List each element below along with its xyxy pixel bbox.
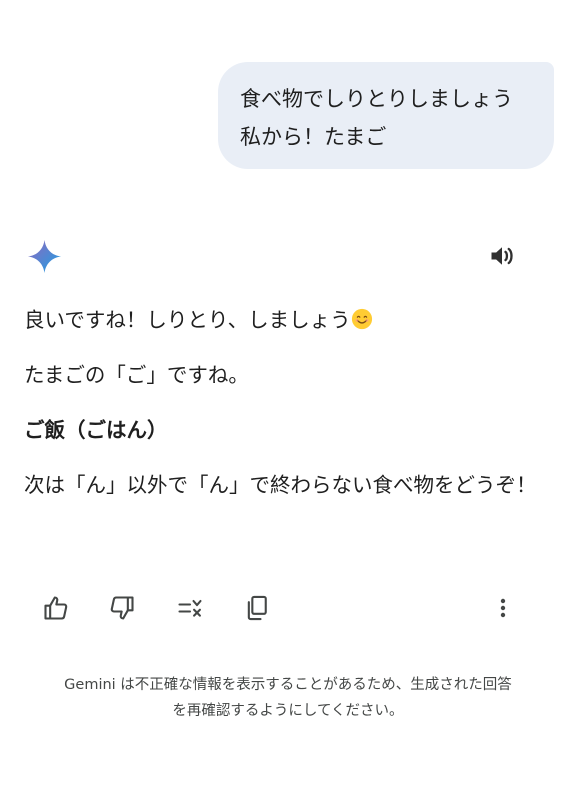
modify-response-icon bbox=[178, 599, 202, 617]
thumbs-down-icon bbox=[110, 596, 134, 620]
bad-response-button[interactable] bbox=[104, 590, 140, 626]
disclaimer-text: Gemini は不正確な情報を表示することがあるため、生成された回答 を再確認す… bbox=[0, 672, 576, 724]
modify-response-button[interactable] bbox=[172, 590, 208, 626]
response-answer: ご飯（ごはん） bbox=[24, 418, 168, 442]
chat-screen: 食べ物でしりとりしましょう 私から！たまご 良いですね！しりとり、しましょう た… bbox=[0, 0, 576, 806]
disclaimer-line-2: を再確認するようにしてください。 bbox=[172, 703, 404, 719]
more-options-button[interactable] bbox=[485, 590, 521, 626]
user-message-line-1: 食べ物でしりとりしましょう bbox=[240, 87, 513, 111]
smiling-face-icon bbox=[351, 308, 372, 330]
read-aloud-button[interactable] bbox=[486, 240, 518, 272]
speaker-icon bbox=[491, 247, 513, 265]
good-response-button[interactable] bbox=[38, 590, 74, 626]
copy-icon bbox=[247, 595, 267, 621]
disclaimer-line-1: Gemini は不正確な情報を表示することがあるため、生成された回答 bbox=[64, 677, 512, 693]
response-line-4: 次は「ん」以外で「ん」で終わらない食べ物をどうぞ！ bbox=[24, 473, 537, 497]
response-line-1: 良いですね！しりとり、しましょう bbox=[24, 300, 373, 340]
user-message-line-2: 私から！たまご bbox=[240, 125, 387, 149]
thumbs-up-icon bbox=[44, 596, 68, 620]
response-action-bar bbox=[0, 590, 576, 626]
gemini-sparkle-icon bbox=[27, 239, 62, 274]
user-message-bubble: 食べ物でしりとりしましょう 私から！たまご bbox=[218, 62, 554, 169]
more-options-icon bbox=[500, 598, 506, 618]
copy-button[interactable] bbox=[239, 590, 275, 626]
response-line-1-text: 良いですね！しりとり、しましょう bbox=[24, 308, 351, 332]
response-line-2: たまごの「ご」ですね。 bbox=[24, 363, 249, 387]
